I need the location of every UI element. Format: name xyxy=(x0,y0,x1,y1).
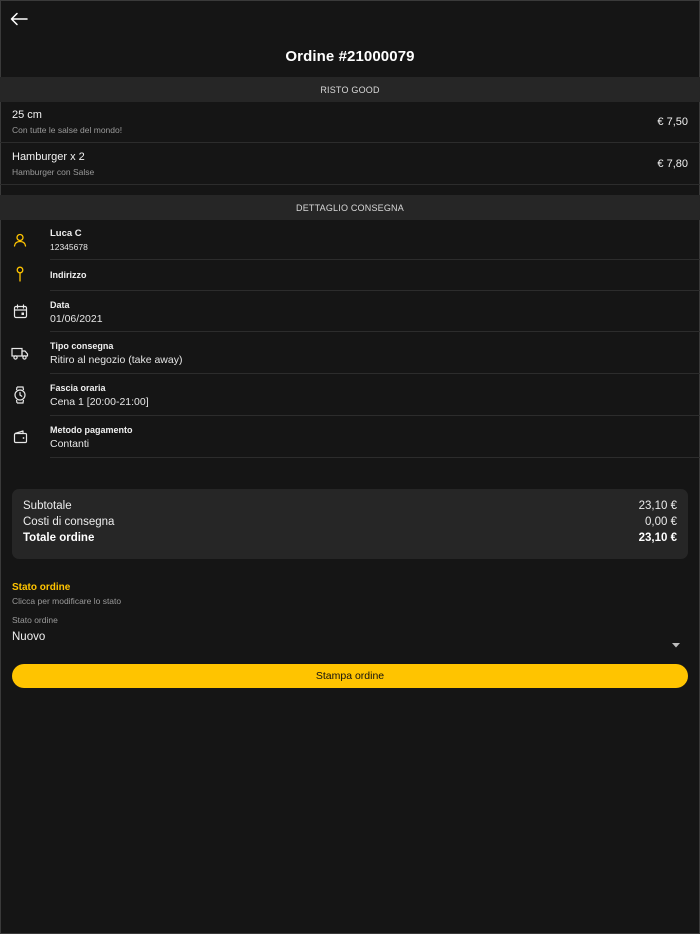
restaurant-header: RISTO GOOD xyxy=(0,77,700,102)
calendar-icon xyxy=(10,301,30,321)
back-button[interactable] xyxy=(8,8,30,30)
item-description: Hamburger con Salse xyxy=(12,167,95,177)
delivery-type-row: Tipo consegna Ritiro al negozio (take aw… xyxy=(0,332,700,374)
delivery-type-label: Tipo consegna xyxy=(50,341,114,351)
customer-row: Luca C 12345678 xyxy=(0,220,700,260)
status-select[interactable]: Nuovo xyxy=(12,628,688,648)
time-slot-label: Fascia oraria xyxy=(50,383,106,393)
subtotal-label: Subtotale xyxy=(23,500,72,512)
print-order-button[interactable]: Stampa ordine xyxy=(12,664,688,688)
delivery-cost-value: 0,00 € xyxy=(645,516,677,528)
subtotal-line: Subtotale 23,10 € xyxy=(23,500,677,512)
status-select-label: Stato ordine xyxy=(12,615,58,625)
date-label: Data xyxy=(50,300,70,310)
address-label: Indirizzo xyxy=(50,270,87,280)
order-item: 25 cm Con tutte le salse del mondo! € 7,… xyxy=(0,101,700,143)
date-value: 01/06/2021 xyxy=(50,313,103,325)
item-name: Hamburger x 2 xyxy=(12,151,85,163)
status-title: Stato ordine xyxy=(12,582,71,593)
watch-icon xyxy=(10,385,30,405)
payment-value: Contanti xyxy=(50,438,90,450)
customer-name: Luca C xyxy=(50,228,82,239)
delivery-header: DETTAGLIO CONSEGNA xyxy=(0,195,700,220)
chevron-down-icon xyxy=(672,635,680,653)
delivery-cost-line: Costi di consegna 0,00 € xyxy=(23,516,677,528)
status-subtitle: Clicca per modificare lo stato xyxy=(12,596,122,606)
payment-row: Metodo pagamento Contanti xyxy=(0,416,700,458)
time-slot-value: Cena 1 [20:00-21:00] xyxy=(50,396,149,408)
item-price: € 7,50 xyxy=(657,116,688,128)
item-name: 25 cm xyxy=(12,109,42,121)
order-item: Hamburger x 2 Hamburger con Salse € 7,80 xyxy=(0,143,700,185)
wallet-icon xyxy=(10,427,30,447)
user-icon xyxy=(10,230,30,250)
page-title: Ordine #21000079 xyxy=(285,48,415,65)
date-row: Data 01/06/2021 xyxy=(0,291,700,332)
item-price: € 7,80 xyxy=(657,158,688,170)
total-label: Totale ordine xyxy=(23,532,95,544)
address-row: Indirizzo xyxy=(0,260,700,291)
subtotal-value: 23,10 € xyxy=(638,500,677,512)
arrow-left-icon xyxy=(10,12,28,26)
truck-icon xyxy=(10,343,30,363)
customer-phone: 12345678 xyxy=(50,242,88,252)
order-summary: Subtotale 23,10 € Costi di consegna 0,00… xyxy=(12,489,688,559)
total-line: Totale ordine 23,10 € xyxy=(23,532,677,544)
item-description: Con tutte le salse del mondo! xyxy=(12,125,123,135)
delivery-type-value: Ritiro al negozio (take away) xyxy=(50,354,183,366)
time-slot-row: Fascia oraria Cena 1 [20:00-21:00] xyxy=(0,374,700,416)
pin-icon xyxy=(10,264,30,284)
delivery-cost-label: Costi di consegna xyxy=(23,516,115,528)
total-value: 23,10 € xyxy=(638,532,677,544)
divider xyxy=(50,457,700,458)
payment-label: Metodo pagamento xyxy=(50,425,133,435)
status-select-value: Nuovo xyxy=(12,631,46,643)
